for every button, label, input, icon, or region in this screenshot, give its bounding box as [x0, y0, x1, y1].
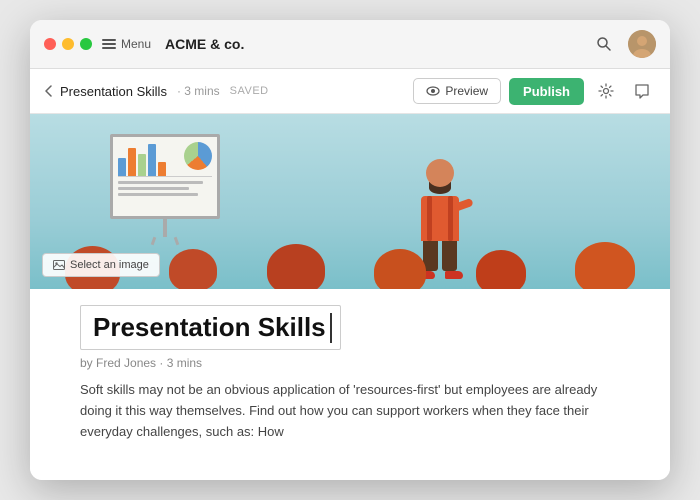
close-button[interactable]: [44, 38, 56, 50]
presenter-head: [426, 159, 454, 187]
audience-head-2: [169, 249, 217, 289]
menu-label: Menu: [121, 37, 151, 51]
preview-button[interactable]: Preview: [413, 78, 501, 104]
pie-chart-graphic: [184, 142, 212, 170]
audience-head-4: [374, 249, 426, 289]
suspenders-left: [427, 196, 432, 241]
breadcrumb-time: · 3 mins: [177, 84, 220, 98]
audience-head-5: [476, 250, 526, 289]
maximize-button[interactable]: [80, 38, 92, 50]
hamburger-icon: [102, 39, 116, 49]
article-title-text[interactable]: Presentation Skills: [89, 310, 330, 345]
suspenders-right: [448, 196, 453, 241]
whiteboard-lines: [118, 181, 212, 196]
menu-toggle[interactable]: Menu: [102, 37, 151, 51]
back-button[interactable]: [44, 85, 52, 97]
title-cursor: [330, 313, 332, 343]
select-image-button[interactable]: Select an image: [42, 253, 160, 277]
whiteboard-frame: [110, 134, 220, 219]
traffic-lights: [44, 38, 92, 50]
gear-icon: [598, 83, 614, 99]
title-bar: Menu ACME & co.: [30, 20, 670, 69]
audience-head-3: [267, 244, 325, 289]
select-image-label: Select an image: [70, 259, 149, 271]
saved-badge: SAVED: [230, 85, 269, 97]
whiteboard-graphic: [110, 134, 220, 234]
preview-label: Preview: [445, 84, 488, 98]
article-title-area: Presentation Skills: [80, 305, 620, 350]
breadcrumb-title: Presentation Skills: [60, 84, 167, 99]
presenter-arm: [452, 198, 474, 212]
hero-image-area: Select an image: [30, 114, 670, 289]
presenter-body: [421, 196, 459, 241]
image-icon: [53, 260, 65, 270]
search-button[interactable]: [590, 30, 618, 58]
chat-icon: [634, 83, 650, 99]
article-meta: by Fred Jones · 3 mins: [80, 356, 620, 370]
avatar[interactable]: [628, 30, 656, 58]
whiteboard-stand: [163, 219, 167, 237]
search-icon: [596, 36, 612, 52]
back-chevron-icon: [44, 85, 52, 97]
minimize-button[interactable]: [62, 38, 74, 50]
app-window: Menu ACME & co. Presentation Skills · 3 …: [30, 20, 670, 480]
avatar-image: [628, 30, 656, 58]
editor-toolbar: Presentation Skills · 3 mins SAVED Previ…: [30, 69, 670, 114]
publish-button[interactable]: Publish: [509, 78, 584, 105]
eye-icon: [426, 86, 440, 96]
content-area: Presentation Skills by Fred Jones · 3 mi…: [30, 289, 670, 480]
comment-button[interactable]: [628, 77, 656, 105]
brand-name: ACME & co.: [165, 36, 244, 52]
article-title-input[interactable]: Presentation Skills: [80, 305, 341, 350]
settings-button[interactable]: [592, 77, 620, 105]
audience-head-6: [575, 242, 635, 289]
article-body: Soft skills may not be an obvious applic…: [80, 380, 620, 442]
